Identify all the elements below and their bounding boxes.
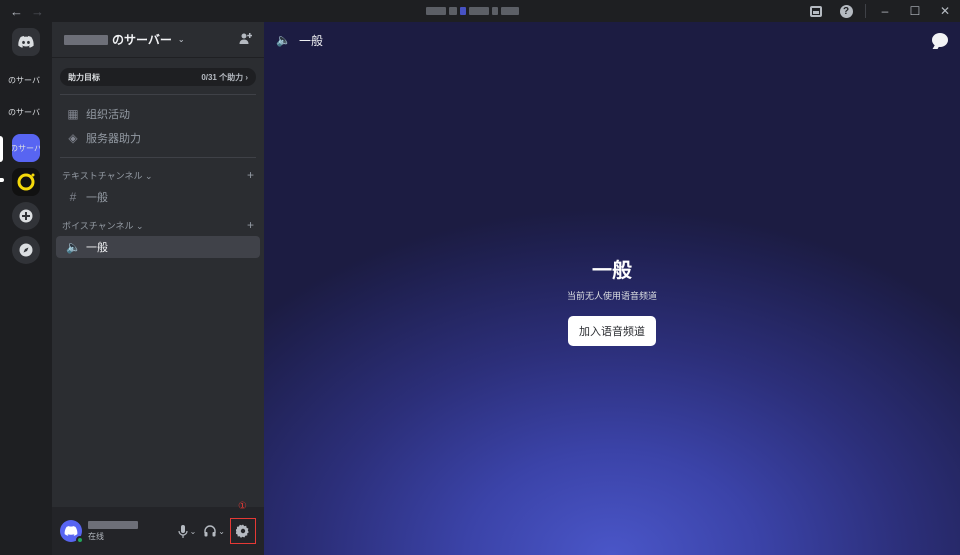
minimize-button[interactable]: – xyxy=(870,0,900,22)
speaker-icon: 🔈 xyxy=(276,33,291,47)
chevron-down-icon: ⌄ xyxy=(177,35,185,44)
online-status-dot xyxy=(76,536,84,544)
server-icon-3-active[interactable]: のサーバ xyxy=(12,134,40,162)
help-icon[interactable]: ? xyxy=(831,0,861,22)
channel-name: 一般 xyxy=(86,242,108,254)
compass-icon xyxy=(19,243,33,257)
titlebar-divider xyxy=(865,4,866,18)
guild-name[interactable]: のサーバー ⌄ xyxy=(64,31,185,48)
chat-bubble-icon[interactable] xyxy=(932,33,948,47)
voice-channel-title: 一般 xyxy=(592,260,632,282)
server-icon-1[interactable]: のサーバ xyxy=(8,66,40,94)
mute-button[interactable]: ⌄ xyxy=(175,520,200,542)
user-settings-button[interactable]: ① xyxy=(230,501,256,544)
server-label: のサーバ xyxy=(8,75,40,85)
category-label: テキストチャンネル ⌄ xyxy=(62,170,153,181)
forward-arrow-icon[interactable]: → xyxy=(31,4,44,19)
create-channel-plus-icon[interactable]: + xyxy=(247,218,254,232)
channel-sidebar: のサーバー ⌄ 助力目标 0/31 个助力 › ▦ 组织活动 ◈ 服务器助力 テ… xyxy=(52,22,264,555)
unread-indicator xyxy=(0,178,4,182)
boost-goal-count: 0/31 个助力 › xyxy=(201,72,248,82)
voice-channel-category[interactable]: ボイスチャンネル ⌄ + xyxy=(52,216,264,234)
channel-header: 🔈 一般 xyxy=(264,22,960,58)
chevron-down-icon: ⌄ xyxy=(218,526,225,536)
text-channel-category[interactable]: テキストチャンネル ⌄ + xyxy=(52,166,264,184)
window-title-redacted xyxy=(426,7,532,15)
channel-header-title: 一般 xyxy=(298,33,323,48)
text-channel-item[interactable]: # 一般 xyxy=(56,186,260,208)
channel-name: 一般 xyxy=(86,192,108,204)
ring-logo-icon xyxy=(17,173,35,191)
avatar[interactable] xyxy=(60,520,84,544)
nav-arrows: ← → xyxy=(0,4,44,19)
server-rail: のサーバ のサーバ のサーバ xyxy=(0,22,52,555)
divider xyxy=(60,94,256,95)
discord-window: ← → ? – ☐ ✕ のサーバ のサーバ のサーバ のサーバー ⌄ 助力目标 … xyxy=(0,0,960,555)
close-button[interactable]: ✕ xyxy=(930,0,960,22)
boost-goal-label: 助力目标 xyxy=(68,72,100,82)
plus-circle-icon xyxy=(19,209,33,223)
guild-name-text: のサーバー xyxy=(112,33,172,47)
voice-channel-subtitle: 当前无人使用语音频道 xyxy=(566,291,657,301)
calendar-icon: ▦ xyxy=(67,107,79,121)
discord-logo-icon xyxy=(18,36,34,48)
server-label: のサーバ xyxy=(12,143,40,153)
guild-name-redacted xyxy=(64,34,108,45)
voice-empty-state: 一般 当前无人使用语音频道 加入语音频道 xyxy=(264,254,960,346)
add-server-button[interactable] xyxy=(12,202,40,230)
callout-number: ① xyxy=(238,501,247,512)
user-info[interactable]: 在线 xyxy=(88,520,138,542)
discord-home-button[interactable] xyxy=(12,28,40,56)
join-voice-button[interactable]: 加入语音频道 xyxy=(568,316,656,346)
server-boost-label: 服务器助力 xyxy=(86,133,141,145)
server-icon-2[interactable]: のサーバ xyxy=(8,98,40,126)
divider xyxy=(60,157,256,158)
speaker-icon: 🔈 xyxy=(66,240,81,254)
title-bar: ← → ? – ☐ ✕ xyxy=(0,0,960,22)
server-label: のサーバ xyxy=(8,107,40,117)
discord-logo-icon xyxy=(64,526,78,536)
category-label: ボイスチャンネル ⌄ xyxy=(62,220,144,231)
invite-member-icon[interactable] xyxy=(239,32,253,48)
chevron-down-icon: ⌄ xyxy=(189,526,197,536)
user-panel: 在线 ⌄ ⌄ ① xyxy=(52,501,264,555)
inbox-icon[interactable] xyxy=(801,0,831,22)
headphones-icon xyxy=(204,525,216,537)
create-channel-plus-icon[interactable]: + xyxy=(247,168,254,182)
server-icon-4[interactable] xyxy=(12,168,40,196)
events-label: 组织活动 xyxy=(86,109,130,121)
hash-icon: # xyxy=(69,190,77,204)
deafen-button[interactable]: ⌄ xyxy=(201,520,228,542)
back-arrow-icon[interactable]: ← xyxy=(10,4,23,19)
microphone-icon xyxy=(177,524,188,538)
server-boost-item[interactable]: ◈ 服务器助力 xyxy=(56,127,260,149)
active-server-indicator xyxy=(0,136,3,162)
username-redacted xyxy=(88,520,138,529)
voice-channel-view: 🔈 一般 一般 当前无人使用语音频道 加入语音频道 xyxy=(264,22,960,555)
boost-gem-icon: ◈ xyxy=(68,131,78,145)
boost-goal-bar[interactable]: 助力目标 0/31 个助力 › xyxy=(60,68,256,86)
explore-servers-button[interactable] xyxy=(12,236,40,264)
events-item[interactable]: ▦ 组织活动 xyxy=(56,103,260,125)
maximize-button[interactable]: ☐ xyxy=(900,0,930,22)
voice-channel-item[interactable]: 🔈 一般 xyxy=(56,236,260,258)
guild-header[interactable]: のサーバー ⌄ xyxy=(52,22,264,58)
gear-icon xyxy=(236,524,249,538)
user-status: 在线 xyxy=(88,531,104,541)
